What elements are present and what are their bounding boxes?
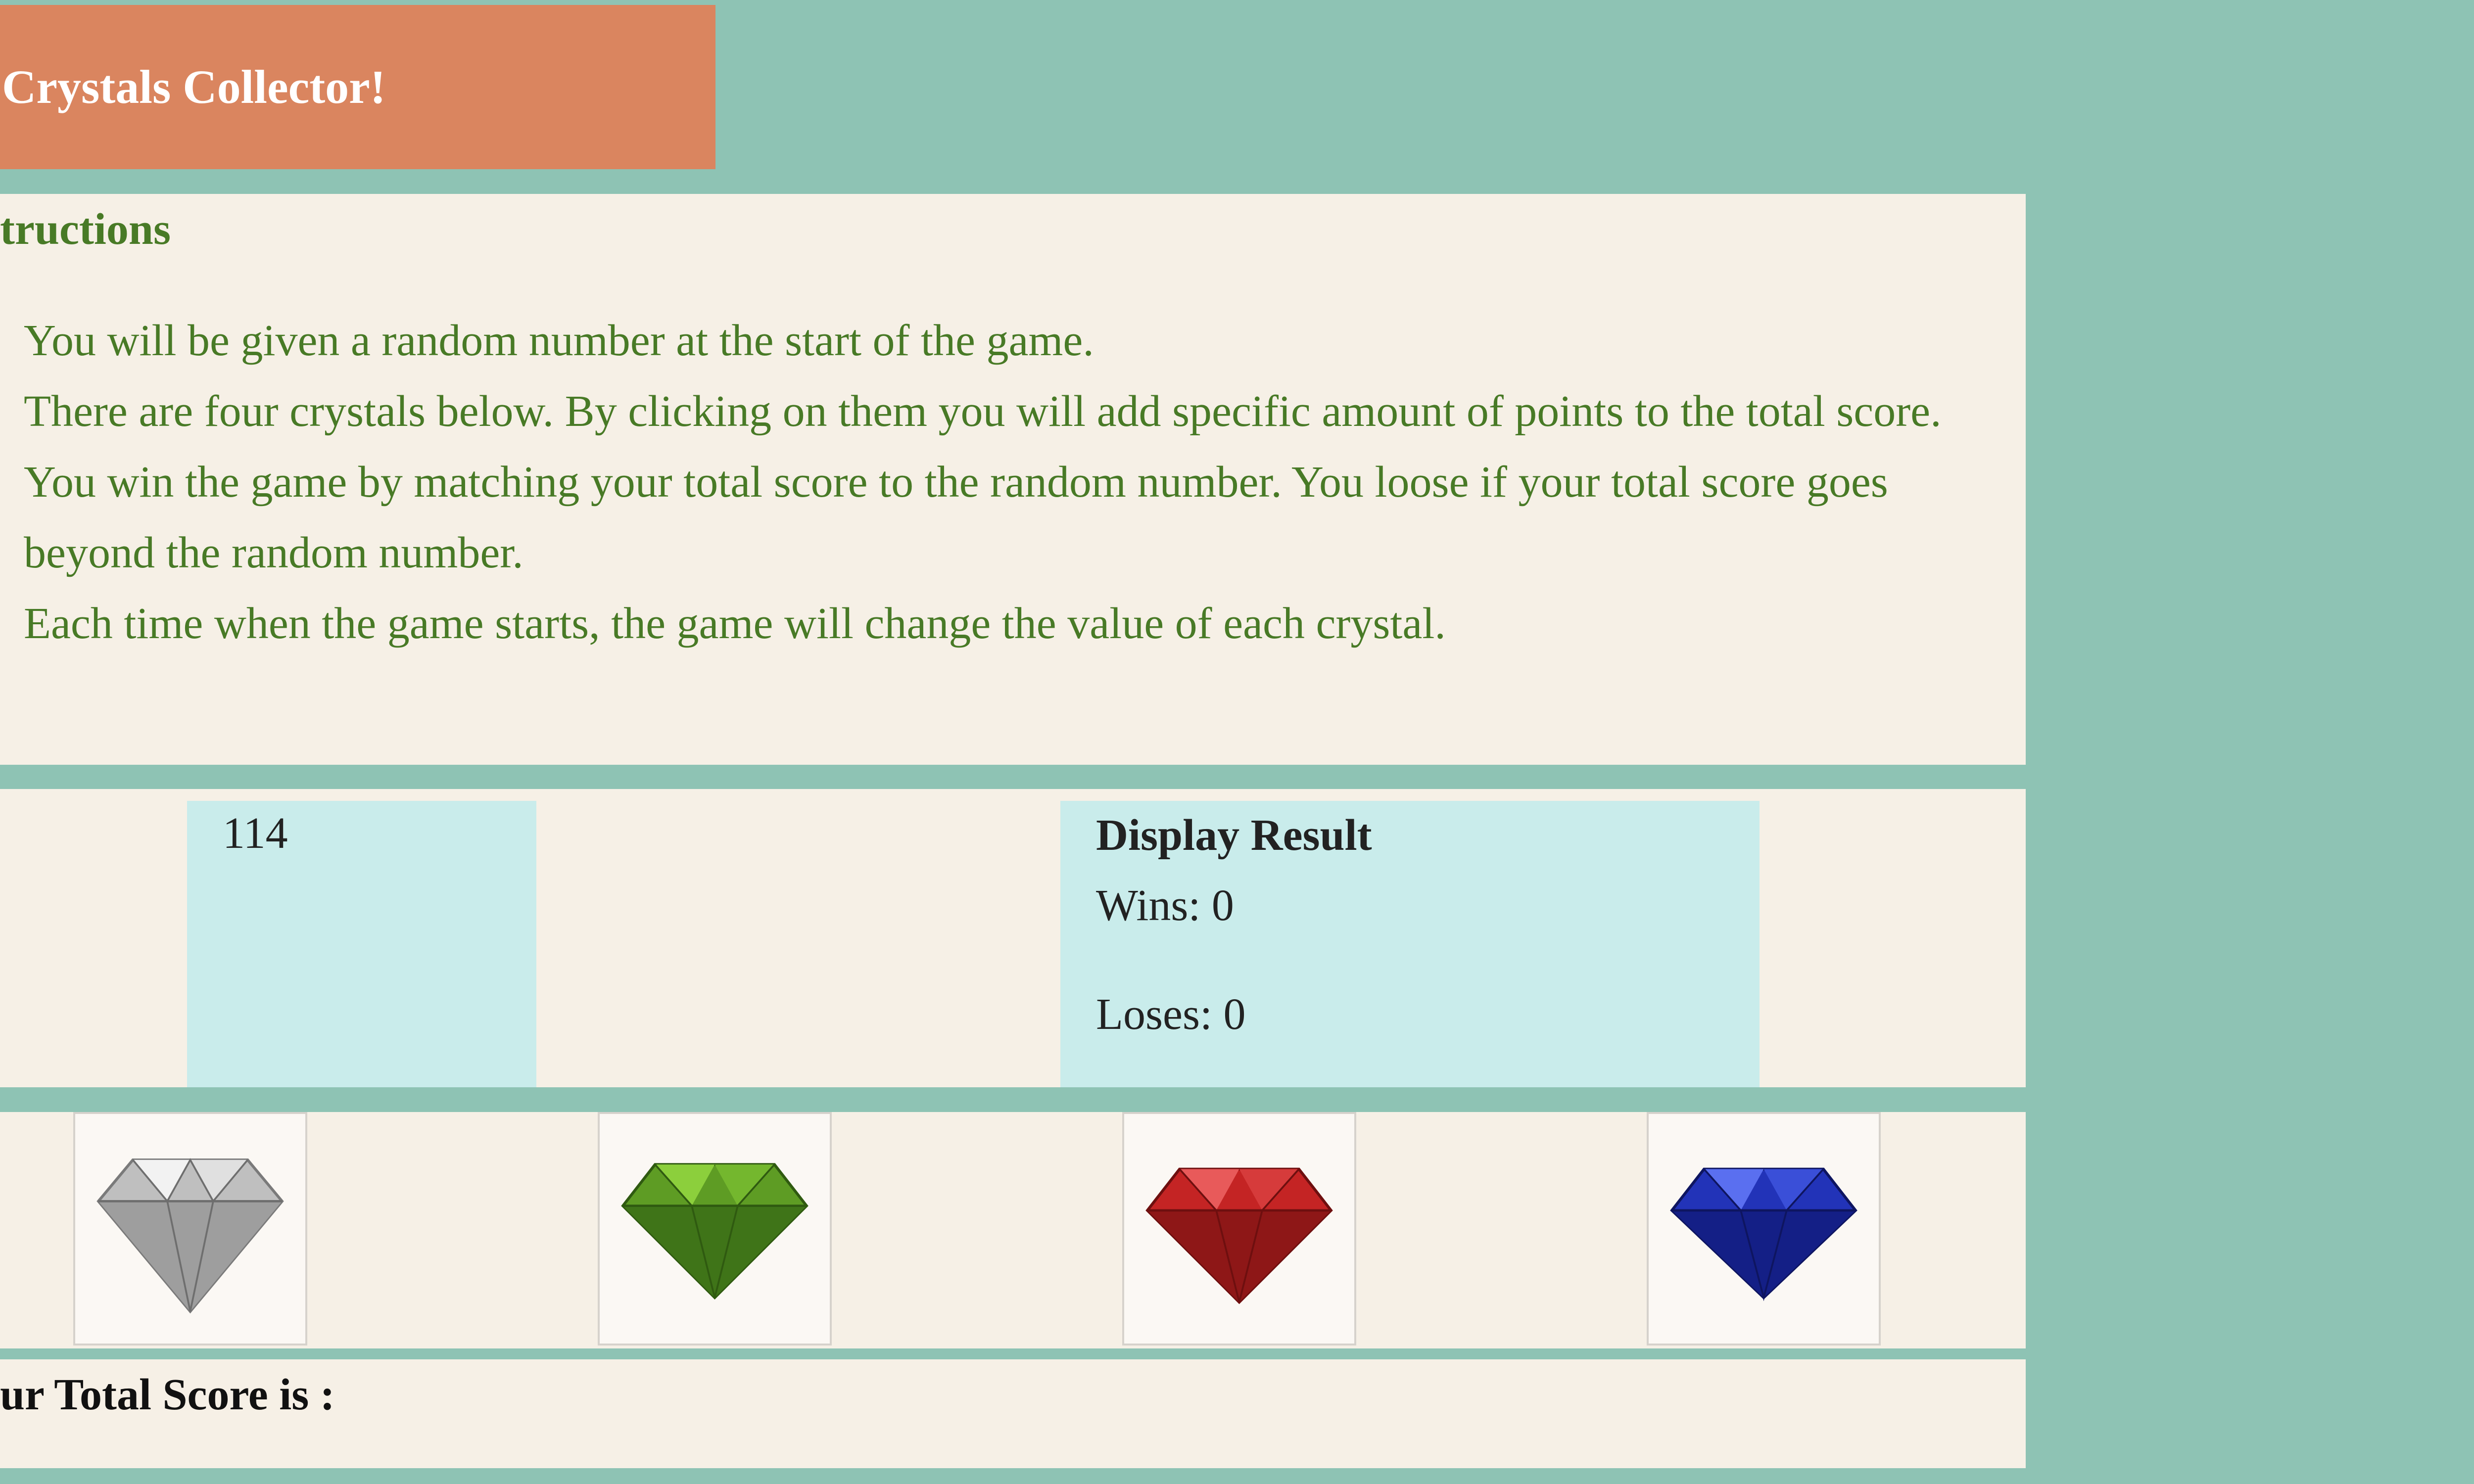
sapphire-icon <box>1670 1167 1857 1301</box>
game-title: Crystals Collector! <box>0 5 715 169</box>
diamond-icon <box>96 1158 284 1314</box>
crystal-button-sapphire[interactable] <box>1647 1112 1881 1345</box>
random-number-box: 114 <box>187 801 536 1087</box>
emerald-icon <box>621 1163 809 1300</box>
crystal-button-emerald[interactable] <box>598 1112 832 1345</box>
instructions-panel: tructions You will be given a random num… <box>0 194 2026 765</box>
total-score-panel: ur Total Score is : <box>0 1359 2026 1468</box>
instruction-item: There are four crystals below. By clicki… <box>24 387 1942 436</box>
random-number: 114 <box>223 809 288 858</box>
loses-count: Loses: 0 <box>1096 990 1246 1039</box>
crystal-button-diamond[interactable] <box>73 1112 307 1345</box>
result-title: Display Result <box>1096 811 1372 860</box>
crystals-panel <box>0 1112 2026 1348</box>
instruction-item: You win the game by matching your total … <box>24 458 1888 577</box>
total-score-label: ur Total Score is : <box>0 1370 335 1419</box>
wins-count: Wins: 0 <box>1096 881 1234 930</box>
result-box: Display Result Wins: 0 Loses: 0 <box>1060 801 1760 1087</box>
ruby-icon <box>1145 1167 1333 1304</box>
instruction-item: Each time when the game starts, the game… <box>24 599 1446 648</box>
instructions-heading: tructions <box>0 205 171 254</box>
instruction-item: You will be given a random number at the… <box>24 316 1094 365</box>
game-status-panel: 114 Display Result Wins: 0 Loses: 0 <box>0 789 2026 1087</box>
crystal-button-ruby[interactable] <box>1122 1112 1356 1345</box>
instructions-list: You will be given a random number at the… <box>24 305 2013 659</box>
